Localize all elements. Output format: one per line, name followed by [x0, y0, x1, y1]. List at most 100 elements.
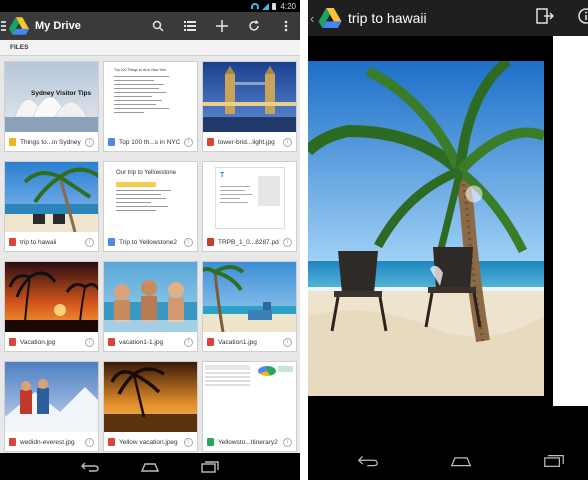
- preview-photo[interactable]: [308, 61, 544, 396]
- file-name: Trip to Yellowstone2: [119, 238, 177, 246]
- file-name: Things to...in Sydney: [20, 138, 81, 146]
- file-name: wedidn-everest.jpg: [20, 438, 75, 446]
- list-view-icon[interactable]: [182, 18, 198, 34]
- file-tile[interactable]: trip to hawaii i: [4, 161, 99, 252]
- image-file-icon: [9, 438, 16, 446]
- file-tile[interactable]: T TRPB_1_0...8287.pdf i: [202, 161, 297, 252]
- files-section-header: FILES: [0, 40, 300, 56]
- thumb-title: Top 100 Things to do in New York: [114, 68, 167, 72]
- file-thumbnail: [104, 262, 197, 332]
- sheet-file-icon: [207, 438, 214, 446]
- file-name: Yellow vacation.jpeg: [119, 438, 178, 446]
- home-icon[interactable]: [140, 460, 160, 474]
- drive-logo-icon[interactable]: [318, 8, 342, 28]
- action-bar: My Drive: [0, 12, 300, 40]
- wifi-icon: [251, 3, 260, 9]
- file-tile[interactable]: Vacation.jpg i: [4, 261, 99, 352]
- page-title: My Drive: [35, 20, 81, 32]
- image-file-icon: [108, 338, 115, 346]
- file-name: Vacation1.jpg: [218, 338, 257, 346]
- action-bar: ‹ trip to hawaii: [308, 0, 588, 36]
- image-file-icon: [9, 238, 16, 246]
- drawer-icon[interactable]: [1, 21, 7, 31]
- add-icon[interactable]: [214, 18, 230, 34]
- system-nav-bar: [0, 453, 300, 480]
- file-tile[interactable]: Yellowsto...Itinerary2 i: [202, 361, 297, 452]
- file-name: tower-brid...light.jpg: [218, 138, 275, 146]
- home-icon[interactable]: [451, 454, 471, 468]
- back-icon[interactable]: [80, 460, 100, 474]
- back-icon[interactable]: [358, 454, 378, 468]
- info-icon[interactable]: i: [283, 437, 292, 447]
- info-icon[interactable]: i: [85, 437, 94, 447]
- thumb-title: Our trip to Yellowstone: [116, 170, 177, 176]
- search-icon[interactable]: [150, 18, 166, 34]
- info-icon[interactable]: i: [85, 337, 94, 347]
- next-file-preview[interactable]: [553, 36, 588, 406]
- image-file-icon: [108, 438, 115, 446]
- doc-file-icon: [108, 238, 115, 246]
- info-icon[interactable]: i: [184, 437, 193, 447]
- page-title: trip to hawaii: [348, 10, 427, 26]
- doc-file-icon: [108, 138, 115, 146]
- thumb-title: Sydney Visitor Tips: [31, 90, 92, 97]
- file-tile[interactable]: Sydney Visitor Tips Things to...in Sydne…: [4, 61, 99, 152]
- pdf-file-icon: [207, 238, 214, 246]
- info-icon[interactable]: i: [85, 237, 94, 247]
- file-tile[interactable]: Yellow vacation.jpeg i: [103, 361, 198, 452]
- signal-icon: [262, 2, 270, 10]
- file-name: Yellowsto...Itinerary2: [218, 438, 278, 446]
- file-name: Vacation.jpg: [20, 338, 56, 346]
- file-tile[interactable]: vacation1-1.jpg i: [103, 261, 198, 352]
- drive-list-screen: 4:20 My Drive FILES Sydney Visitor Tips …: [0, 0, 300, 480]
- file-thumbnail: Top 100 Things to do in New York: [104, 62, 197, 132]
- file-tile[interactable]: Vacation1.jpg i: [202, 261, 297, 352]
- info-icon[interactable]: [574, 7, 588, 30]
- open-with-icon[interactable]: [536, 7, 555, 30]
- file-name: TRPB_1_0...8287.pdf: [218, 238, 279, 246]
- info-icon[interactable]: i: [283, 337, 292, 347]
- drive-logo-icon[interactable]: [9, 17, 29, 35]
- file-tile[interactable]: wedidn-everest.jpg i: [4, 361, 99, 452]
- file-thumbnail: [5, 262, 98, 332]
- info-icon[interactable]: i: [184, 237, 193, 247]
- file-thumbnail: T: [203, 162, 296, 232]
- file-thumbnail: Our trip to Yellowstone: [104, 162, 197, 232]
- file-thumbnail: Sydney Visitor Tips: [5, 62, 98, 132]
- file-name: vacation1-1.jpg: [119, 338, 164, 346]
- up-navigation-icon[interactable]: ‹: [310, 11, 318, 26]
- file-thumbnail: [5, 362, 98, 432]
- status-time: 4:20: [280, 1, 296, 11]
- info-icon[interactable]: i: [184, 137, 193, 147]
- file-name: Top 100 th...s in NYC: [119, 138, 180, 146]
- system-nav-bar: [308, 442, 588, 480]
- file-thumbnail: [203, 62, 296, 132]
- image-file-icon: [207, 138, 214, 146]
- file-thumbnail: [5, 162, 98, 232]
- image-file-icon: [207, 338, 214, 346]
- file-thumbnail: [203, 262, 296, 332]
- divider: [300, 0, 308, 480]
- overflow-menu-icon[interactable]: [278, 18, 294, 34]
- file-tile[interactable]: Top 100 Things to do in New York Top 100…: [103, 61, 198, 152]
- refresh-icon[interactable]: [246, 18, 262, 34]
- status-bar: 4:20: [0, 0, 300, 12]
- slides-file-icon: [9, 138, 16, 146]
- recents-icon[interactable]: [544, 454, 564, 468]
- recents-icon[interactable]: [200, 460, 220, 474]
- file-tile[interactable]: tower-brid...light.jpg i: [202, 61, 297, 152]
- file-thumbnail: [104, 362, 197, 432]
- image-preview-screen: ‹ trip to hawaii: [308, 0, 588, 480]
- file-thumbnail: [203, 362, 296, 432]
- info-icon[interactable]: i: [184, 337, 193, 347]
- image-file-icon: [9, 338, 16, 346]
- file-grid: Sydney Visitor Tips Things to...in Sydne…: [4, 61, 297, 452]
- file-name: trip to hawaii: [20, 238, 57, 246]
- file-tile[interactable]: Our trip to Yellowstone Trip to Yellowst…: [103, 161, 198, 252]
- preview-area[interactable]: [308, 36, 588, 442]
- info-icon[interactable]: i: [283, 237, 292, 247]
- screenshot-root: 4:20 My Drive FILES Sydney Visitor Tips …: [0, 0, 588, 480]
- info-icon[interactable]: i: [85, 137, 94, 147]
- info-icon[interactable]: i: [283, 137, 292, 147]
- battery-icon: [272, 2, 277, 10]
